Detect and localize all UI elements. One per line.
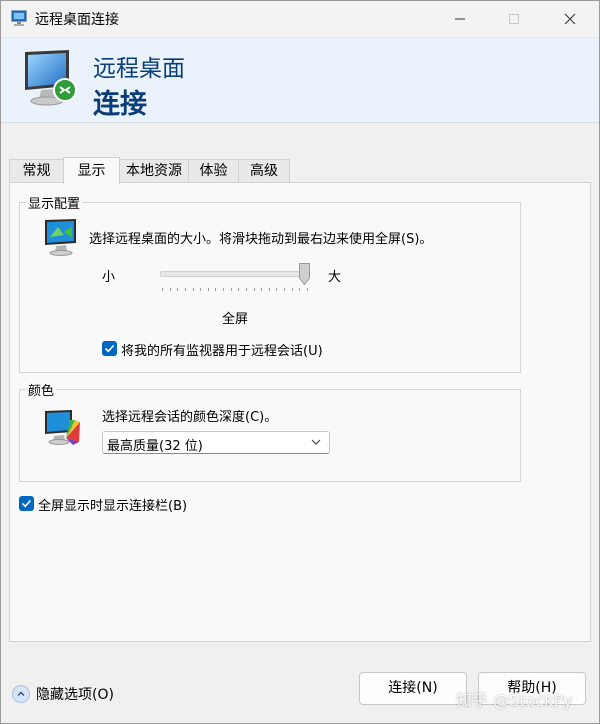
remote-desktop-window: 远程桌面连接 远程桌面 连接 常规 显示 本地资源 体验 高级 显示配置 选择远… (0, 0, 600, 724)
connect-button[interactable]: 连接(N) (359, 672, 467, 705)
slider-ticks (162, 288, 308, 291)
hide-options-label: 隐藏选项(O) (36, 687, 114, 703)
display-tab-panel: 显示配置 选择远程桌面的大小。将滑块拖动到最右边来使用全屏(S)。 小 大 全屏… (9, 182, 591, 642)
colors-group: 颜色 选择远程会话的颜色深度(C)。 最高质量(32 位) (19, 380, 521, 482)
slider-value-label: 全屏 (222, 312, 249, 327)
color-palette-icon (45, 410, 80, 445)
maximize-icon (509, 14, 519, 24)
colors-label: 颜色 (26, 380, 57, 399)
all-monitors-checkbox[interactable] (102, 341, 117, 356)
remote-desktop-app-icon (11, 10, 27, 26)
color-depth-value: 最高质量(32 位) (107, 439, 203, 454)
connection-bar-checkbox[interactable] (19, 496, 34, 511)
tab-experience[interactable]: 体验 (188, 159, 239, 182)
display-size-description: 选择远程桌面的大小。将滑块拖动到最右边来使用全屏(S)。 (89, 232, 433, 247)
tab-advanced[interactable]: 高级 (238, 159, 290, 182)
connection-bar-label[interactable]: 全屏显示时显示连接栏(B) (38, 495, 187, 514)
close-button[interactable] (547, 1, 593, 37)
slider-min-label: 小 (102, 270, 116, 285)
tab-general[interactable]: 常规 (9, 159, 64, 182)
checkmark-icon (21, 499, 32, 508)
chevron-down-icon (311, 439, 321, 445)
minimize-button[interactable] (437, 1, 483, 37)
display-size-slider-thumb[interactable] (299, 263, 310, 285)
header-banner: 远程桌面 连接 (1, 37, 599, 123)
color-depth-description: 选择远程会话的颜色深度(C)。 (102, 410, 278, 425)
display-size-slider-track[interactable] (160, 271, 310, 277)
minimize-icon (455, 18, 465, 20)
tab-local-resources[interactable]: 本地资源 (119, 159, 189, 182)
hide-options-button[interactable]: 隐藏选项(O) (12, 684, 114, 704)
title-bar: 远程桌面连接 (1, 1, 599, 37)
banner-title-line2: 连接 (93, 89, 147, 120)
display-config-label: 显示配置 (26, 193, 83, 212)
display-config-group: 显示配置 选择远程桌面的大小。将滑块拖动到最右边来使用全屏(S)。 小 大 全屏… (19, 193, 521, 373)
window-title: 远程桌面连接 (35, 12, 119, 28)
chevron-up-icon (12, 685, 30, 703)
monitor-icon (45, 219, 76, 256)
remote-desktop-logo-icon (25, 50, 77, 106)
help-button[interactable]: 帮助(H) (478, 672, 586, 705)
banner-title-line1: 远程桌面 (93, 56, 185, 82)
checkmark-icon (104, 344, 115, 353)
close-icon (564, 13, 576, 25)
slider-max-label: 大 (328, 270, 342, 285)
tab-display[interactable]: 显示 (63, 157, 120, 184)
maximize-button[interactable] (491, 1, 537, 37)
color-depth-select[interactable]: 最高质量(32 位) (102, 431, 330, 454)
all-monitors-label[interactable]: 将我的所有监视器用于远程会话(U) (121, 340, 323, 359)
